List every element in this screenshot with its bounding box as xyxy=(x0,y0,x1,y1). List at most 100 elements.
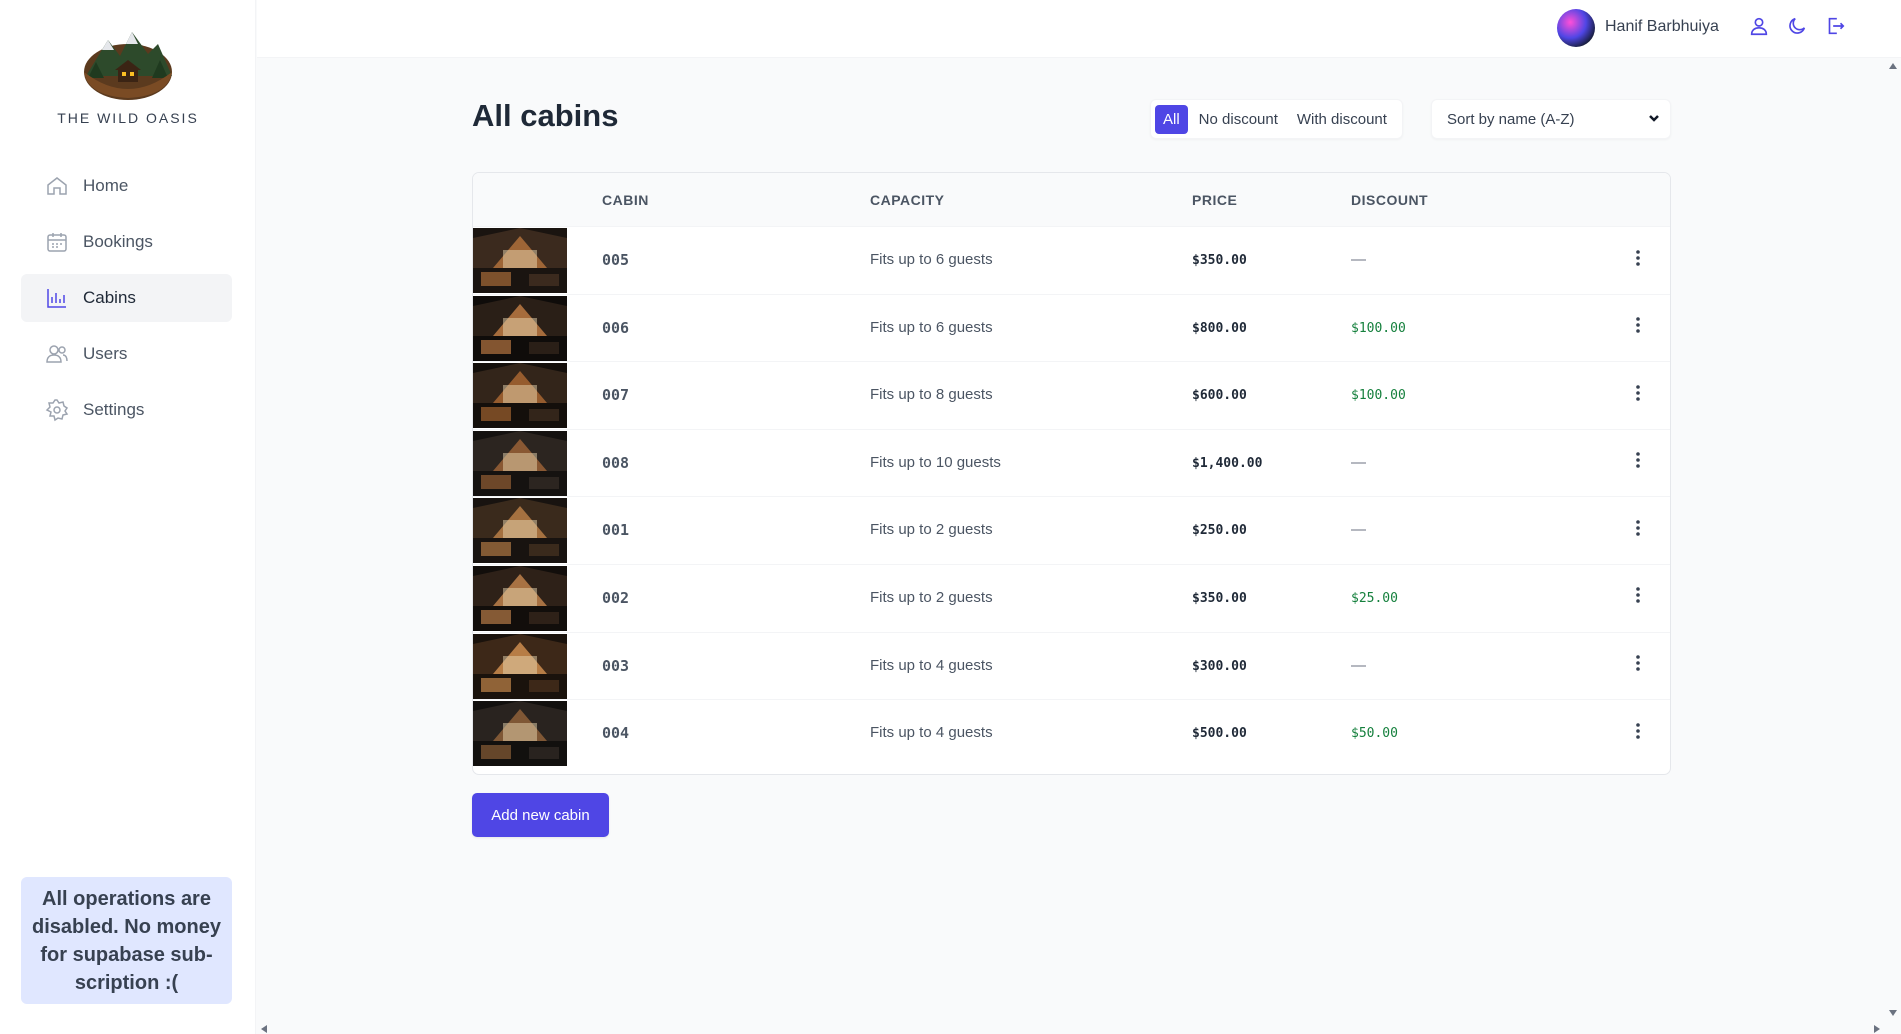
cabin-capacity: Fits up to 2 guests xyxy=(870,588,993,606)
column-header-price: Price xyxy=(1192,192,1238,208)
cabin-price: $350.00 xyxy=(1192,590,1247,606)
cabin-price: $300.00 xyxy=(1192,658,1247,674)
column-header-discount: Discount xyxy=(1351,192,1429,208)
cabin-discount: $100.00 xyxy=(1351,388,1406,404)
chart-icon xyxy=(45,286,69,310)
cabin-discount: — xyxy=(1351,656,1366,674)
gear-icon xyxy=(45,398,69,422)
calendar-icon xyxy=(45,230,69,254)
account-button[interactable] xyxy=(1746,15,1772,41)
moon-icon xyxy=(1786,15,1808,42)
sort-select-value: Sort by name (A-Z) xyxy=(1447,110,1575,128)
table-row: 006 Fits up to 6 guests $800.00 $100.00 xyxy=(473,295,1670,363)
sidebar-item-home[interactable]: Home xyxy=(21,162,232,210)
more-vertical-icon xyxy=(1628,585,1648,610)
cabin-capacity: Fits up to 4 guests xyxy=(870,724,993,742)
cabin-name: 008 xyxy=(602,453,630,472)
home-icon xyxy=(45,174,69,198)
sidebar-item-settings[interactable]: Settings xyxy=(21,386,232,434)
more-vertical-icon xyxy=(1628,653,1648,678)
cabin-image xyxy=(473,565,567,631)
cabin-name: 003 xyxy=(602,656,630,675)
cabin-capacity: Fits up to 10 guests xyxy=(870,453,1001,471)
chevron-down-icon xyxy=(1648,111,1660,128)
row-menu-button[interactable] xyxy=(1626,585,1650,611)
row-menu-button[interactable] xyxy=(1626,720,1650,746)
more-vertical-icon xyxy=(1628,315,1648,340)
cabin-price: $350.00 xyxy=(1192,253,1247,268)
cabin-price: $250.00 xyxy=(1192,523,1247,539)
table-row: 003 Fits up to 4 guests $300.00 — xyxy=(473,633,1670,701)
cabin-capacity: Fits up to 8 guests xyxy=(870,386,993,404)
table-row: 005 Fits up to 6 guests $350.00 — xyxy=(473,227,1670,295)
row-menu-button[interactable] xyxy=(1626,382,1650,408)
logo xyxy=(78,26,178,100)
column-header-cabin: Cabin xyxy=(602,192,649,208)
cabin-name: 006 xyxy=(602,318,630,337)
operations-disabled-notice: All operations are disabled. No money fo… xyxy=(21,877,232,1004)
cabin-discount: — xyxy=(1351,251,1366,268)
cabin-capacity: Fits up to 6 guests xyxy=(870,251,993,268)
cabin-image xyxy=(473,701,567,767)
filter-no-discount-button[interactable]: No discount xyxy=(1191,105,1286,134)
logout-icon xyxy=(1824,15,1846,42)
table-row: 008 Fits up to 10 guests $1,400.00 — xyxy=(473,430,1670,498)
logout-button[interactable] xyxy=(1822,15,1848,41)
cabin-price: $1,400.00 xyxy=(1192,455,1263,471)
more-vertical-icon xyxy=(1628,248,1648,273)
avatar[interactable] xyxy=(1557,9,1595,47)
sidebar-nav: Home Bookings Cabins Users Settings xyxy=(21,162,232,442)
sidebar-item-label: Users xyxy=(83,344,128,363)
row-menu-button[interactable] xyxy=(1626,517,1650,543)
table-row: 004 Fits up to 4 guests $500.00 $50.00 xyxy=(473,700,1670,768)
cabin-price: $600.00 xyxy=(1192,388,1247,404)
add-cabin-button[interactable]: Add new cabin xyxy=(472,793,609,837)
sidebar-item-label: Bookings xyxy=(83,232,153,251)
cabin-name: 005 xyxy=(602,251,630,269)
cabin-image xyxy=(473,498,567,564)
more-vertical-icon xyxy=(1628,383,1648,408)
cabins-table: Cabin Capacity Price Discount 005 Fits u… xyxy=(472,172,1671,775)
filter-with-discount-button[interactable]: With discount xyxy=(1289,105,1395,134)
cabin-name: 004 xyxy=(602,724,630,743)
users-icon xyxy=(45,342,69,366)
row-menu-button[interactable] xyxy=(1626,653,1650,679)
scroll-left-arrow[interactable] xyxy=(261,1025,267,1033)
table-header: Cabin Capacity Price Discount xyxy=(473,173,1670,227)
dark-mode-toggle[interactable] xyxy=(1784,15,1810,41)
discount-filter: All No discount With discount xyxy=(1150,99,1403,139)
more-vertical-icon xyxy=(1628,518,1648,543)
cabin-discount: — xyxy=(1351,521,1366,539)
table-row: 007 Fits up to 8 guests $600.00 $100.00 xyxy=(473,362,1670,430)
sidebar-item-label: Home xyxy=(83,176,129,195)
sidebar-item-bookings[interactable]: Bookings xyxy=(21,218,232,266)
scroll-right-arrow[interactable] xyxy=(1874,1025,1880,1033)
cabin-price: $500.00 xyxy=(1192,726,1247,742)
scroll-up-arrow[interactable] xyxy=(1889,63,1897,69)
sidebar-item-users[interactable]: Users xyxy=(21,330,232,378)
scroll-down-arrow[interactable] xyxy=(1889,1010,1897,1016)
cabin-capacity: Fits up to 2 guests xyxy=(870,521,993,539)
page-title: All cabins xyxy=(472,98,619,133)
cabin-discount: — xyxy=(1351,453,1366,471)
sidebar-item-cabins[interactable]: Cabins xyxy=(21,274,232,322)
table-row: 002 Fits up to 2 guests $350.00 $25.00 xyxy=(473,565,1670,633)
cabin-name: 007 xyxy=(602,386,630,405)
cabin-price: $800.00 xyxy=(1192,320,1247,336)
row-menu-button[interactable] xyxy=(1626,315,1650,341)
table-row: 001 Fits up to 2 guests $250.00 — xyxy=(473,497,1670,565)
user-icon xyxy=(1748,15,1770,42)
cabin-image xyxy=(473,633,567,699)
more-vertical-icon xyxy=(1628,450,1648,475)
row-menu-button[interactable] xyxy=(1626,450,1650,476)
filter-all-button[interactable]: All xyxy=(1155,104,1188,134)
user-name: Hanif Barbhuiya xyxy=(1605,18,1719,35)
row-menu-button[interactable] xyxy=(1626,247,1650,273)
cabin-discount: $50.00 xyxy=(1351,726,1398,742)
cabin-name: 001 xyxy=(602,521,630,540)
cabin-capacity: Fits up to 6 guests xyxy=(870,318,993,336)
cabin-capacity: Fits up to 4 guests xyxy=(870,656,993,674)
sidebar-item-label: Settings xyxy=(83,400,145,419)
sort-select[interactable]: Sort by name (A-Z) xyxy=(1431,99,1671,139)
cabin-image xyxy=(473,363,567,429)
